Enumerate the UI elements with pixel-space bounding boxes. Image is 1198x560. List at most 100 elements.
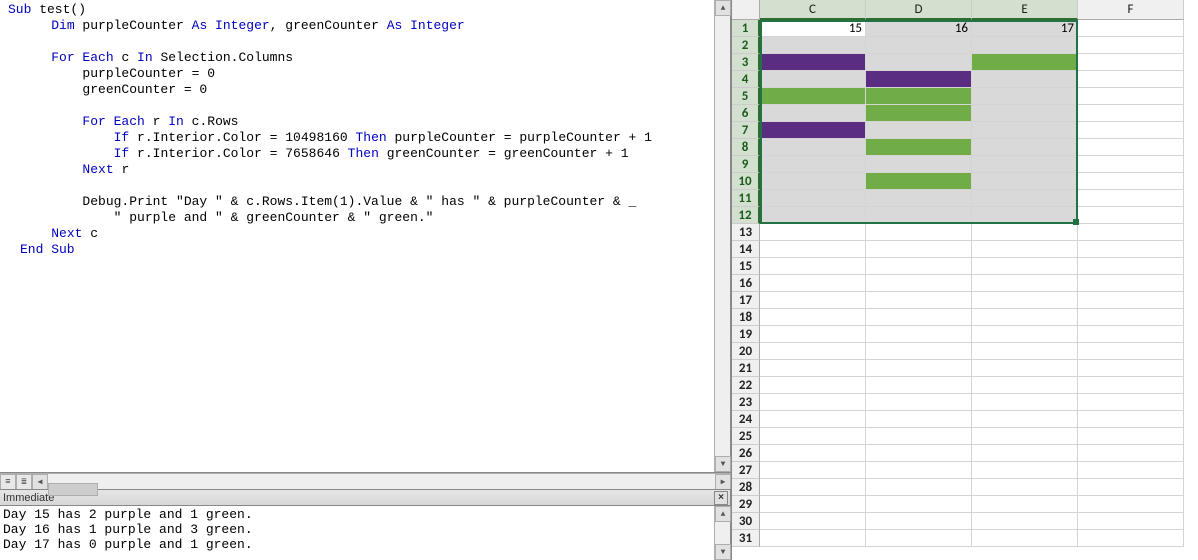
- cell-C19[interactable]: [760, 326, 866, 343]
- cell-E24[interactable]: [972, 411, 1078, 428]
- cell-E14[interactable]: [972, 241, 1078, 258]
- cell-C23[interactable]: [760, 394, 866, 411]
- cell-C4[interactable]: [760, 71, 866, 88]
- cell-D13[interactable]: [866, 224, 972, 241]
- cell-C1[interactable]: 15: [760, 20, 866, 37]
- cell-F20[interactable]: [1078, 343, 1184, 360]
- cell-C30[interactable]: [760, 513, 866, 530]
- cell-D26[interactable]: [866, 445, 972, 462]
- row-header-7[interactable]: 7: [732, 122, 760, 139]
- row-header-11[interactable]: 11: [732, 190, 760, 207]
- cell-C12[interactable]: [760, 207, 866, 224]
- cell-C11[interactable]: [760, 190, 866, 207]
- cell-F26[interactable]: [1078, 445, 1184, 462]
- cell-E20[interactable]: [972, 343, 1078, 360]
- cell-E4[interactable]: [972, 71, 1078, 88]
- column-header-F[interactable]: F: [1078, 0, 1184, 20]
- cell-C21[interactable]: [760, 360, 866, 377]
- cell-F27[interactable]: [1078, 462, 1184, 479]
- row-header-14[interactable]: 14: [732, 241, 760, 258]
- cell-E25[interactable]: [972, 428, 1078, 445]
- cell-D20[interactable]: [866, 343, 972, 360]
- cell-F18[interactable]: [1078, 309, 1184, 326]
- row-header-8[interactable]: 8: [732, 139, 760, 156]
- cell-F14[interactable]: [1078, 241, 1184, 258]
- scroll-track-vertical[interactable]: [715, 16, 730, 456]
- cell-C16[interactable]: [760, 275, 866, 292]
- cell-F12[interactable]: [1078, 207, 1184, 224]
- immediate-window-header[interactable]: Immediate ×: [0, 489, 731, 506]
- cell-C28[interactable]: [760, 479, 866, 496]
- cell-C20[interactable]: [760, 343, 866, 360]
- cell-D15[interactable]: [866, 258, 972, 275]
- cell-E15[interactable]: [972, 258, 1078, 275]
- row-header-27[interactable]: 27: [732, 462, 760, 479]
- row-header-17[interactable]: 17: [732, 292, 760, 309]
- cell-D5[interactable]: [866, 88, 972, 105]
- cell-E6[interactable]: [972, 105, 1078, 122]
- cell-D31[interactable]: [866, 530, 972, 547]
- code-scrollbar-horizontal[interactable]: ≡ ≣ ◀ ▶: [0, 473, 731, 489]
- cell-E27[interactable]: [972, 462, 1078, 479]
- cell-C7[interactable]: [760, 122, 866, 139]
- cell-D1[interactable]: 16: [866, 20, 972, 37]
- cell-D7[interactable]: [866, 122, 972, 139]
- cell-F31[interactable]: [1078, 530, 1184, 547]
- cell-D21[interactable]: [866, 360, 972, 377]
- cell-C29[interactable]: [760, 496, 866, 513]
- cell-C27[interactable]: [760, 462, 866, 479]
- cell-C3[interactable]: [760, 54, 866, 71]
- cell-F17[interactable]: [1078, 292, 1184, 309]
- cell-E13[interactable]: [972, 224, 1078, 241]
- cell-E12[interactable]: [972, 207, 1078, 224]
- cell-D17[interactable]: [866, 292, 972, 309]
- cell-C5[interactable]: [760, 88, 866, 105]
- cell-F29[interactable]: [1078, 496, 1184, 513]
- scroll-track-vertical[interactable]: [715, 522, 730, 544]
- row-header-23[interactable]: 23: [732, 394, 760, 411]
- cell-D11[interactable]: [866, 190, 972, 207]
- row-header-13[interactable]: 13: [732, 224, 760, 241]
- cell-E21[interactable]: [972, 360, 1078, 377]
- cell-C31[interactable]: [760, 530, 866, 547]
- row-header-10[interactable]: 10: [732, 173, 760, 190]
- row-header-26[interactable]: 26: [732, 445, 760, 462]
- select-all-corner[interactable]: [732, 0, 760, 20]
- cell-D12[interactable]: [866, 207, 972, 224]
- scroll-left-button[interactable]: ◀: [32, 474, 48, 490]
- row-header-19[interactable]: 19: [732, 326, 760, 343]
- cell-E11[interactable]: [972, 190, 1078, 207]
- cell-D23[interactable]: [866, 394, 972, 411]
- cell-E28[interactable]: [972, 479, 1078, 496]
- row-header-31[interactable]: 31: [732, 530, 760, 547]
- cell-E9[interactable]: [972, 156, 1078, 173]
- cell-E10[interactable]: [972, 173, 1078, 190]
- cell-F30[interactable]: [1078, 513, 1184, 530]
- cell-D24[interactable]: [866, 411, 972, 428]
- cell-C10[interactable]: [760, 173, 866, 190]
- cell-F2[interactable]: [1078, 37, 1184, 54]
- row-header-15[interactable]: 15: [732, 258, 760, 275]
- cell-D27[interactable]: [866, 462, 972, 479]
- cell-D10[interactable]: [866, 173, 972, 190]
- row-header-18[interactable]: 18: [732, 309, 760, 326]
- scroll-thumb-horizontal[interactable]: [48, 483, 98, 496]
- code-editor[interactable]: Sub test() Dim purpleCounter As Integer,…: [2, 0, 714, 472]
- code-scrollbar-vertical[interactable]: ▲ ▼: [714, 0, 730, 472]
- row-header-12[interactable]: 12: [732, 207, 760, 224]
- cell-D2[interactable]: [866, 37, 972, 54]
- cell-F3[interactable]: [1078, 54, 1184, 71]
- cell-D4[interactable]: [866, 71, 972, 88]
- cell-F7[interactable]: [1078, 122, 1184, 139]
- row-header-28[interactable]: 28: [732, 479, 760, 496]
- scroll-up-button[interactable]: ▲: [715, 0, 731, 16]
- cell-E30[interactable]: [972, 513, 1078, 530]
- immediate-scrollbar-vertical[interactable]: ▲ ▼: [714, 506, 730, 560]
- spreadsheet-grid[interactable]: CDEF115161723456789101112131415161718192…: [732, 0, 1198, 547]
- row-header-22[interactable]: 22: [732, 377, 760, 394]
- row-header-16[interactable]: 16: [732, 275, 760, 292]
- column-header-E[interactable]: E: [972, 0, 1078, 20]
- cell-E8[interactable]: [972, 139, 1078, 156]
- cell-E5[interactable]: [972, 88, 1078, 105]
- cell-D29[interactable]: [866, 496, 972, 513]
